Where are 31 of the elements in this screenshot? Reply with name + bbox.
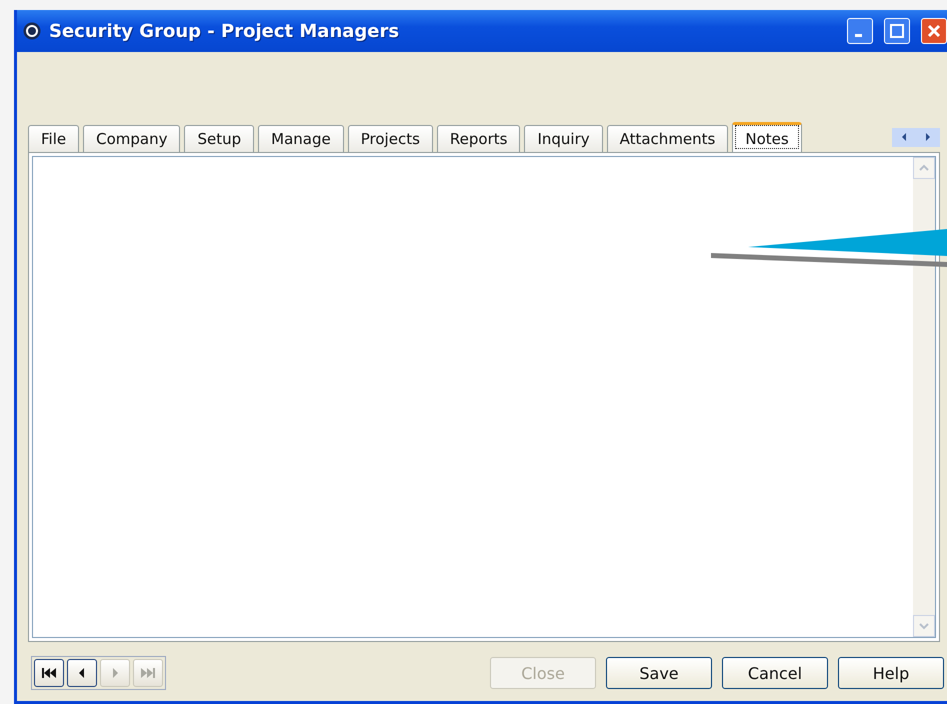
maximize-button[interactable] bbox=[884, 18, 910, 44]
minimize-button[interactable] bbox=[847, 18, 873, 44]
scroll-left-button[interactable] bbox=[892, 128, 916, 146]
close-button[interactable] bbox=[921, 18, 947, 44]
maximize-icon bbox=[889, 23, 905, 39]
tab[interactable]: Projects bbox=[348, 125, 433, 152]
tab[interactable]: Company bbox=[83, 125, 180, 152]
tab[interactable]: Setup bbox=[184, 125, 254, 152]
tab[interactable]: Reports bbox=[436, 125, 520, 152]
scrollbar[interactable] bbox=[913, 157, 935, 637]
first-arrow-icon bbox=[41, 667, 57, 679]
tab[interactable]: Attachments bbox=[606, 125, 728, 152]
dialog-button[interactable]: Save bbox=[606, 657, 712, 689]
scroll-right-button[interactable] bbox=[916, 128, 940, 146]
first-record-button[interactable] bbox=[34, 659, 64, 687]
left-arrow-icon bbox=[900, 133, 908, 141]
dialog-button[interactable]: Help bbox=[838, 657, 944, 689]
tab[interactable]: Manage bbox=[258, 125, 344, 152]
window-title: Security Group - Project Managers bbox=[49, 20, 400, 42]
scroll-up-icon bbox=[919, 164, 929, 172]
tab[interactable]: Notes bbox=[732, 122, 802, 152]
previous-record-button[interactable] bbox=[67, 659, 97, 687]
app-icon bbox=[23, 22, 41, 40]
right-arrow-icon bbox=[924, 133, 932, 141]
last-arrow-icon bbox=[140, 667, 156, 679]
minimize-icon bbox=[854, 34, 862, 36]
tab[interactable]: File bbox=[28, 125, 80, 152]
dialog-button[interactable]: Cancel bbox=[722, 657, 828, 689]
tab[interactable]: Inquiry bbox=[524, 125, 603, 152]
close-icon bbox=[926, 23, 942, 39]
scroll-down-icon bbox=[919, 622, 929, 630]
